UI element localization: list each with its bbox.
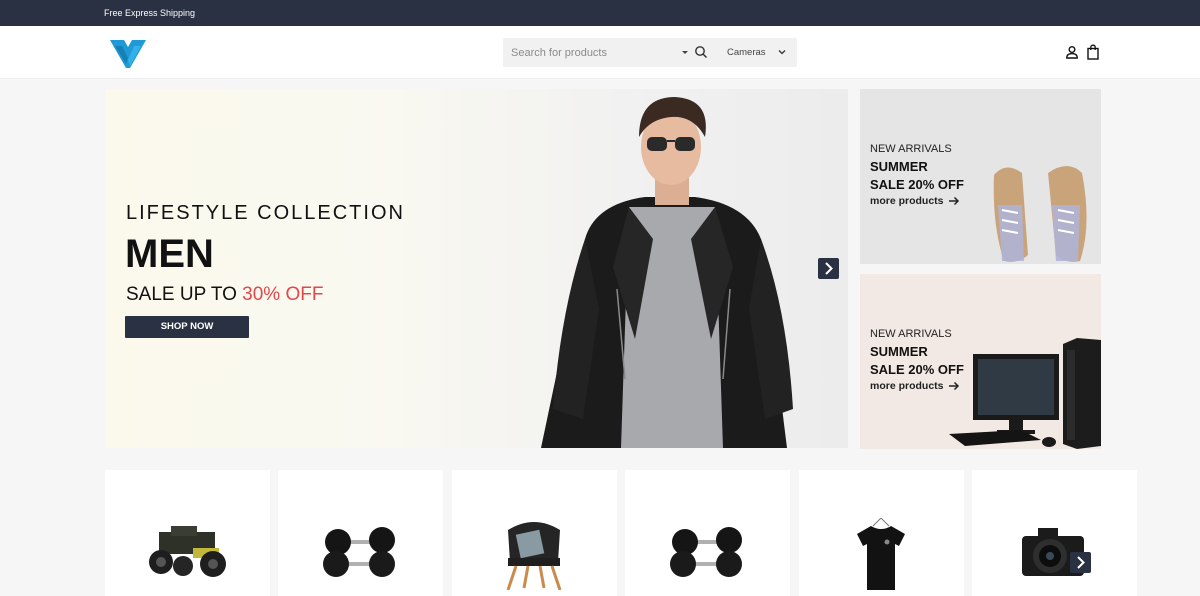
hero-next-arrow-icon[interactable] [818, 258, 839, 279]
top-announcement-bar: Free Express Shipping [0, 0, 1200, 26]
product-card[interactable] [105, 470, 270, 596]
logo-icon[interactable] [110, 38, 146, 68]
chevron-down-icon[interactable] [680, 47, 690, 57]
category-select-value: Cameras [727, 47, 766, 58]
product-carousel [105, 470, 1137, 596]
promo-title-line2: SALE 20% OFF [870, 177, 964, 192]
product-card[interactable] [972, 470, 1137, 596]
search-icon[interactable] [694, 45, 708, 59]
desktop-computer-image [949, 338, 1101, 449]
product-card[interactable] [278, 470, 443, 596]
model-image [541, 97, 793, 448]
product-card[interactable] [799, 470, 964, 596]
hero-title: MEN [125, 232, 214, 276]
black-tshirt-image [857, 518, 905, 590]
site-header: Cameras [0, 26, 1200, 79]
rc-car-toy-image [149, 526, 226, 577]
category-select[interactable]: Cameras [719, 38, 791, 67]
promo-banner-sneakers[interactable]: NEW ARRIVALS SUMMER SALE 20% OFF more pr… [860, 89, 1101, 264]
product-card[interactable] [625, 470, 790, 596]
promo-label: NEW ARRIVALS [870, 328, 952, 340]
carousel-next-arrow-icon[interactable] [1070, 552, 1091, 573]
sneakers-image [993, 166, 1087, 262]
promo-label: NEW ARRIVALS [870, 143, 952, 155]
product-card[interactable] [452, 470, 617, 596]
shipping-notice: Free Express Shipping [104, 8, 196, 18]
promo-title-line1: SUMMER [870, 344, 928, 359]
hero-sale-text: SALE UP TO 30% OFF [126, 284, 323, 306]
chair-image [506, 522, 562, 590]
promo-title-line1: SUMMER [870, 159, 928, 174]
hero-banner: LIFESTYLE COLLECTION MEN SALE UP TO 30% … [105, 89, 848, 448]
hero-sale-highlight: 30% OFF [242, 284, 324, 305]
promo-banner-computer[interactable]: NEW ARRIVALS SUMMER SALE 20% OFF more pr… [860, 274, 1101, 449]
search-input[interactable] [511, 38, 681, 67]
chevron-down-icon [778, 50, 786, 55]
search-bar: Cameras [503, 38, 797, 67]
more-products-link[interactable]: more products [870, 195, 944, 207]
hero-subtitle: LIFESTYLE COLLECTION [126, 202, 405, 224]
user-icon[interactable] [1065, 45, 1079, 59]
shop-now-button[interactable]: SHOP NOW [125, 316, 249, 338]
dumbbells-image [323, 527, 395, 577]
arrow-right-icon[interactable] [948, 195, 960, 207]
dumbbells-image [670, 527, 742, 577]
hero-sale-prefix: SALE UP TO [126, 284, 243, 305]
more-products-link[interactable]: more products [870, 380, 944, 392]
shopping-bag-icon[interactable] [1086, 44, 1100, 60]
